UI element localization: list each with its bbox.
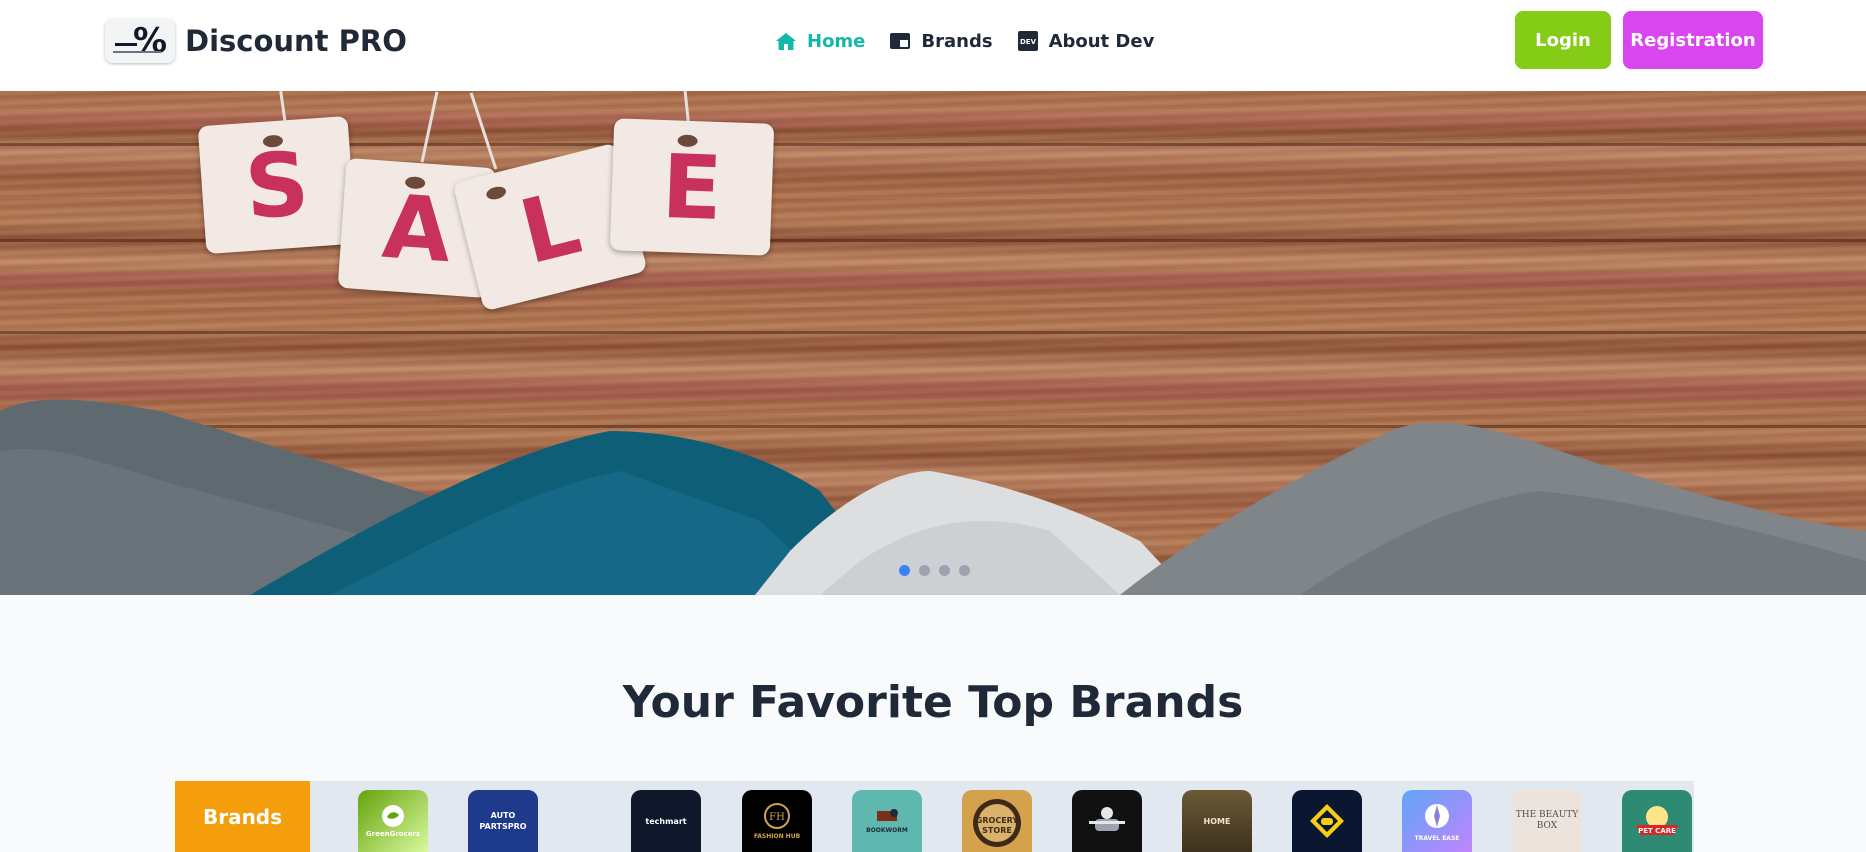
carousel-dot-2[interactable] <box>919 565 930 576</box>
home-icon <box>775 31 797 51</box>
nav-link-label: Home <box>807 30 866 52</box>
brand-logo-pet-care[interactable]: PET CARE <box>1622 790 1692 852</box>
brand-logo-gaming[interactable] <box>1292 790 1362 852</box>
carousel-indicators <box>899 565 979 576</box>
nav-link-about-dev[interactable]: DEV About Dev <box>1017 30 1155 52</box>
nav-link-brands[interactable]: Brands <box>889 30 993 52</box>
brand-logo-grocery-store[interactable]: GROCERY STORE <box>962 790 1032 852</box>
brands-marquee: Brands GreenGrocers AUTO PARTSPRO techma… <box>175 781 1694 852</box>
brand-logo-greengrocers[interactable]: GreenGrocers <box>358 790 428 852</box>
svg-text:GROCERY: GROCERY <box>976 816 1019 825</box>
registration-button[interactable]: Registration <box>1623 11 1763 69</box>
brand-name: Discount PRO <box>185 24 407 58</box>
brand-logo-fashion-hub[interactable]: FH FASHION HUB <box>742 790 812 852</box>
brand-logo-techmart[interactable]: techmart <box>631 790 701 852</box>
clothes-illustration <box>0 399 1866 595</box>
main-nav: Home Brands DEV About Dev <box>775 28 1178 54</box>
svg-text:PET CARE: PET CARE <box>1638 827 1676 835</box>
hero-carousel: S A L E <box>0 91 1866 595</box>
login-button[interactable]: Login <box>1515 11 1611 69</box>
nav-link-home[interactable]: Home <box>775 31 865 52</box>
brand-logo-the-beauty-box[interactable]: THE BEAUTY BOX <box>1512 790 1582 852</box>
carousel-dot-4[interactable] <box>959 565 970 576</box>
svg-text:FH: FH <box>769 812 785 823</box>
svg-text:STORE: STORE <box>982 826 1012 835</box>
section-title: Your Favorite Top Brands <box>622 677 1244 728</box>
brand-logo-home-decor[interactable]: HOME <box>1182 790 1252 852</box>
carousel-dot-1[interactable] <box>899 565 910 576</box>
brand-logo-autopartspro[interactable]: AUTO PARTSPRO <box>468 790 538 852</box>
carousel-dot-3[interactable] <box>939 565 950 576</box>
brand-logo-travel-ease[interactable]: TRAVEL EASE <box>1402 790 1472 852</box>
brand-logo-bookworm[interactable]: BOOKWORM <box>852 790 922 852</box>
svg-text:DEV: DEV <box>1020 38 1037 46</box>
navbar: % Discount PRO Home Brands DEV About Dev… <box>0 0 1866 91</box>
nav-link-label: About Dev <box>1048 30 1155 52</box>
brands-icon <box>889 31 911 51</box>
discount-logo-icon: % <box>105 19 175 63</box>
brand-logo-fitness[interactable] <box>1072 790 1142 852</box>
nav-link-label: Brands <box>921 30 993 52</box>
brand[interactable]: % Discount PRO <box>105 19 407 63</box>
dev-icon: DEV <box>1017 31 1039 51</box>
brands-label: Brands <box>175 781 310 852</box>
